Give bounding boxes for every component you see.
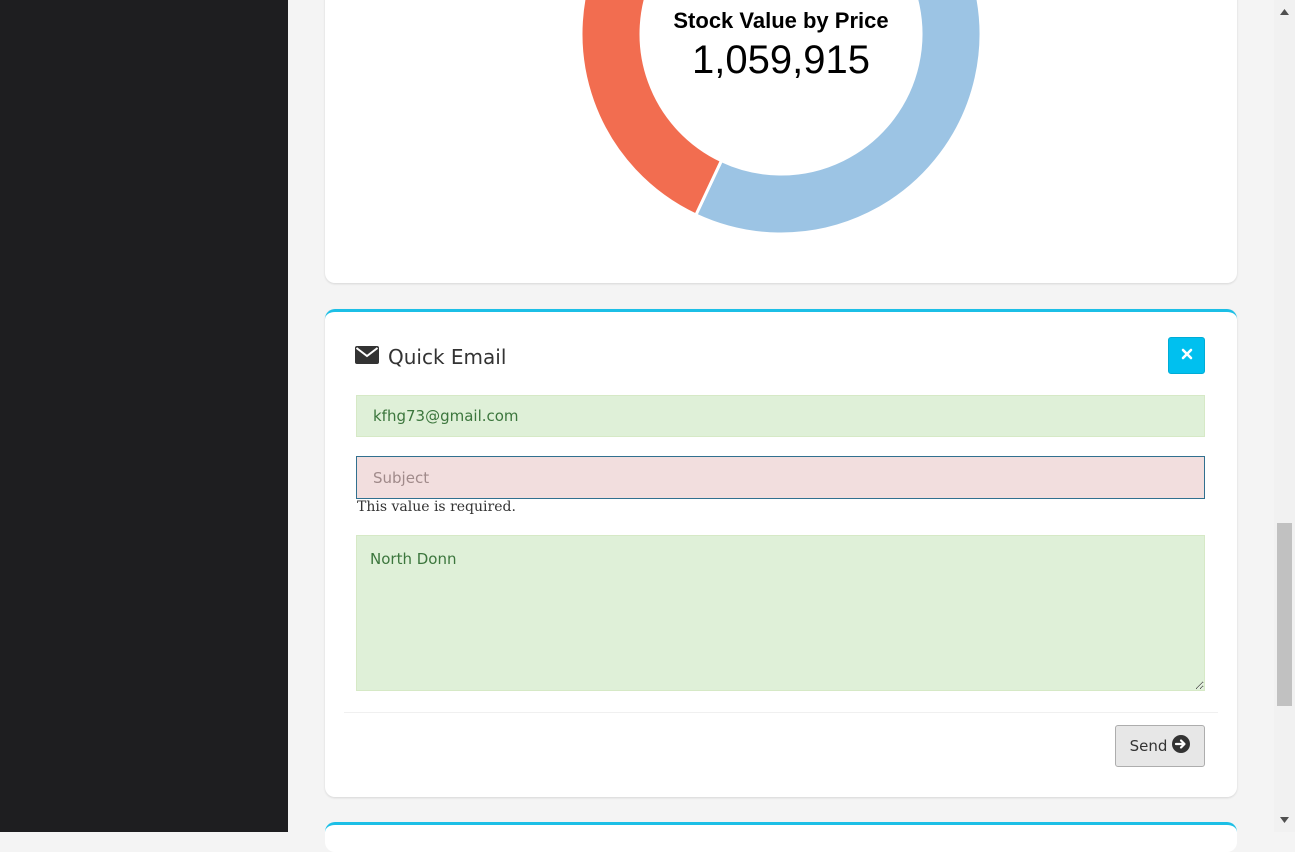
footer-divider — [344, 712, 1218, 713]
donut-slice[interactable] — [693, 0, 983, 236]
quick-email-box: Quick Email This value is required. Nort… — [325, 309, 1237, 797]
sidebar — [0, 0, 288, 832]
main-content: Stock Value by Price 1,059,915 Quick Ema… — [288, 0, 1274, 852]
scroll-down-icon[interactable] — [1274, 810, 1295, 830]
quick-email-header: Quick Email — [355, 342, 506, 372]
subject-error-message: This value is required. — [357, 499, 516, 515]
times-icon — [1181, 347, 1193, 365]
scrollbar-thumb[interactable] — [1277, 523, 1292, 706]
next-box — [325, 822, 1237, 852]
quick-email-title: Quick Email — [388, 345, 507, 369]
arrow-circle-right-icon — [1172, 735, 1191, 757]
stock-value-chart-box: Stock Value by Price 1,059,915 — [325, 0, 1237, 283]
send-label: Send — [1129, 737, 1168, 755]
envelope-icon — [355, 345, 388, 369]
vertical-scrollbar[interactable] — [1274, 0, 1295, 832]
message-field[interactable]: North Donn — [356, 535, 1205, 691]
email-to-field[interactable] — [356, 395, 1205, 437]
send-button[interactable]: Send — [1115, 725, 1205, 767]
donut-chart: Stock Value by Price 1,059,915 — [579, 0, 983, 236]
chart-title: Stock Value by Price — [673, 8, 888, 33]
close-button[interactable] — [1168, 337, 1205, 374]
chart-total: 1,059,915 — [692, 38, 870, 82]
subject-field[interactable] — [356, 456, 1205, 499]
scroll-up-icon[interactable] — [1274, 2, 1295, 22]
